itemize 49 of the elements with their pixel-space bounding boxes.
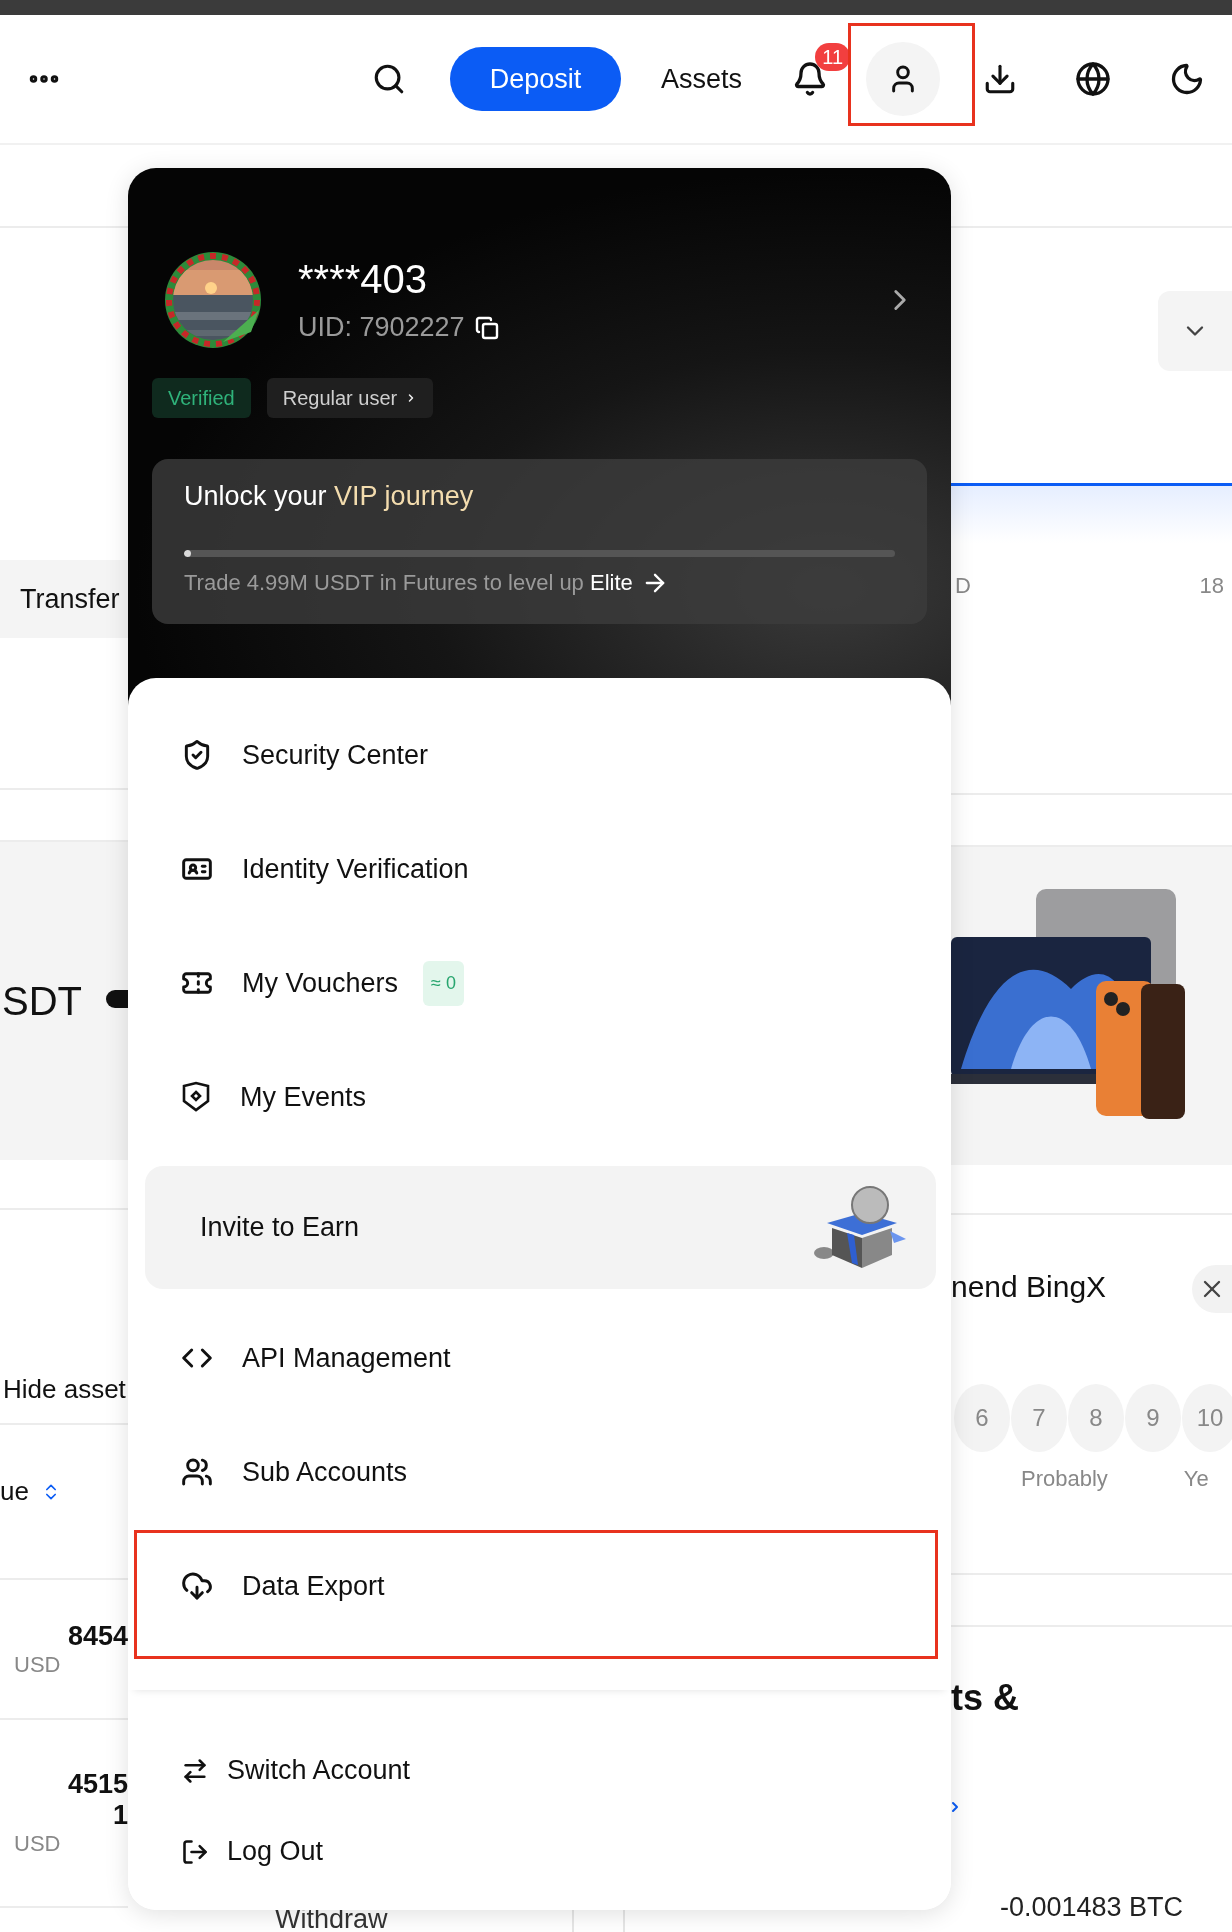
close-button[interactable] xyxy=(1192,1265,1232,1313)
usd-value: USD xyxy=(14,1831,61,1857)
globe-icon[interactable] xyxy=(1075,61,1112,97)
deposit-button[interactable]: Deposit xyxy=(450,47,621,111)
invite-label: Invite to Earn xyxy=(200,1212,360,1243)
voucher-count-badge: ≈ 0 xyxy=(423,960,464,1006)
rating-label: Ye xyxy=(1183,1466,1209,1492)
column-header[interactable]: ue xyxy=(0,1476,29,1507)
menu-item[interactable]: Security Center xyxy=(242,739,429,771)
asset-amount: 4515 xyxy=(67,1769,128,1800)
asset-amount: 1 xyxy=(112,1800,128,1831)
asset-amount: 8454 xyxy=(67,1620,128,1652)
assets-link[interactable]: Assets xyxy=(661,63,743,95)
hide-assets-label[interactable]: Hide asset xyxy=(3,1374,128,1405)
menu-item[interactable]: API Management xyxy=(242,1342,451,1374)
menu-item[interactable]: My Events xyxy=(240,1081,367,1113)
column-label: 18 xyxy=(1199,573,1224,599)
user-level-tag[interactable]: Regular user xyxy=(266,378,434,418)
user-id: UID: 7902227 xyxy=(298,312,465,343)
usd-value: USD xyxy=(14,1651,61,1678)
vip-card[interactable]: Unlock your VIP journey Trade 4.99M USDT in Futures to level up Elite xyxy=(152,459,927,624)
rating-label: Probably xyxy=(1021,1466,1108,1492)
user-name: ****403 xyxy=(298,257,428,302)
invite-banner[interactable]: Invite to Earn xyxy=(145,1166,936,1289)
log-out-icon xyxy=(181,1837,209,1866)
vip-requirement: Trade 4.99M USDT in Futures to level up Elite xyxy=(184,570,633,596)
vip-title: Unlock your VIP journey xyxy=(184,481,475,512)
section-title: ts & xyxy=(951,1677,1020,1719)
menu-item[interactable]: Identity Verification xyxy=(242,853,469,885)
menu-item[interactable]: Sub Accounts xyxy=(242,1456,408,1488)
swap-arrows-icon xyxy=(181,1756,209,1785)
balance-currency: SDT xyxy=(2,978,82,1024)
users-icon xyxy=(181,1456,213,1488)
withdraw-label: Withdraw xyxy=(275,1904,389,1932)
menu-item[interactable]: Data Export xyxy=(242,1570,385,1602)
survey-title: nend BingX xyxy=(951,1270,1107,1304)
toggle-knob xyxy=(106,990,128,1008)
copy-icon[interactable] xyxy=(474,315,499,340)
search-icon[interactable] xyxy=(372,62,406,96)
shield-diamond-icon xyxy=(181,1081,211,1113)
column-label: D xyxy=(955,573,971,599)
menu-item[interactable]: My Vouchers xyxy=(242,967,399,999)
cloud-download-icon xyxy=(181,1570,213,1602)
btc-amount: -0.001483 BTC xyxy=(1000,1891,1185,1923)
verified-tag: Verified xyxy=(152,378,251,418)
menu-item[interactable]: Log Out xyxy=(227,1836,324,1867)
notification-badge: 11 xyxy=(815,43,851,71)
menu-item[interactable]: Switch Account xyxy=(227,1755,411,1786)
dropdown-toggle[interactable] xyxy=(1158,290,1232,371)
